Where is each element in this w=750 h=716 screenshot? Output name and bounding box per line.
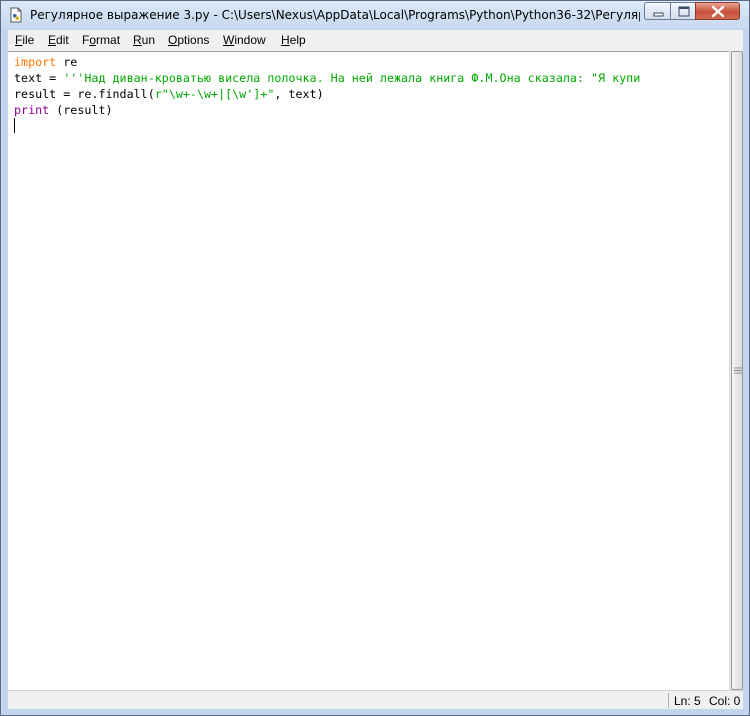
text-cursor <box>14 118 15 133</box>
close-icon <box>711 5 725 18</box>
menu-edit[interactable]: Edit <box>48 33 69 47</box>
code-text: text = <box>14 71 64 85</box>
minimize-icon <box>653 12 664 17</box>
grip-icon <box>734 367 742 374</box>
menu-options[interactable]: Options <box>168 33 209 47</box>
code-text: re <box>56 55 78 69</box>
status-divider <box>668 693 669 708</box>
menu-format[interactable]: Format <box>82 33 120 47</box>
code-text: result = re.findall( <box>14 87 155 101</box>
minimize-button[interactable] <box>644 2 671 20</box>
code-line: result = re.findall(r"\w+-\w+|[\w']+", t… <box>14 86 728 102</box>
builtin-token: print <box>14 103 50 117</box>
menu-help[interactable]: Help <box>281 33 306 47</box>
maximize-button[interactable] <box>670 2 696 20</box>
code-line: import re <box>14 54 728 70</box>
menu-run[interactable]: Run <box>133 33 155 47</box>
title-bar[interactable]: Регулярное выражение 3.py - C:\Users\Nex… <box>1 1 749 29</box>
menu-file[interactable]: File <box>15 33 34 47</box>
code-line: print (result) <box>14 102 728 118</box>
maximize-icon <box>678 6 690 17</box>
keyword-token: import <box>14 55 57 69</box>
menu-bar: File Edit Format Run Options Window Help <box>8 30 743 51</box>
code-editor[interactable]: import re text = '''Над диван-кроватью в… <box>8 51 729 690</box>
idle-editor-window: Регулярное выражение 3.py - C:\Users\Nex… <box>0 0 750 716</box>
menu-window[interactable]: Window <box>223 33 266 47</box>
column-number: Col: 0 <box>709 694 741 708</box>
code-line: text = '''Над диван-кроватью висела поло… <box>14 70 728 86</box>
scrollbar-thumb[interactable] <box>731 51 743 690</box>
code-text: (result) <box>49 103 113 117</box>
line-number: Ln: 5 <box>674 694 701 708</box>
string-token: '''Над диван-кроватью висела полочка. На… <box>63 71 641 85</box>
close-button[interactable] <box>695 2 740 20</box>
python-file-icon <box>10 7 22 23</box>
window-title: Регулярное выражение 3.py - C:\Users\Nex… <box>30 8 640 22</box>
code-text: , text) <box>274 87 324 101</box>
status-bar: Ln: 5 Col: 0 <box>8 690 743 709</box>
string-token: r"\w+-\w+|[\w']+" <box>154 87 275 101</box>
vertical-scrollbar[interactable] <box>729 51 743 690</box>
